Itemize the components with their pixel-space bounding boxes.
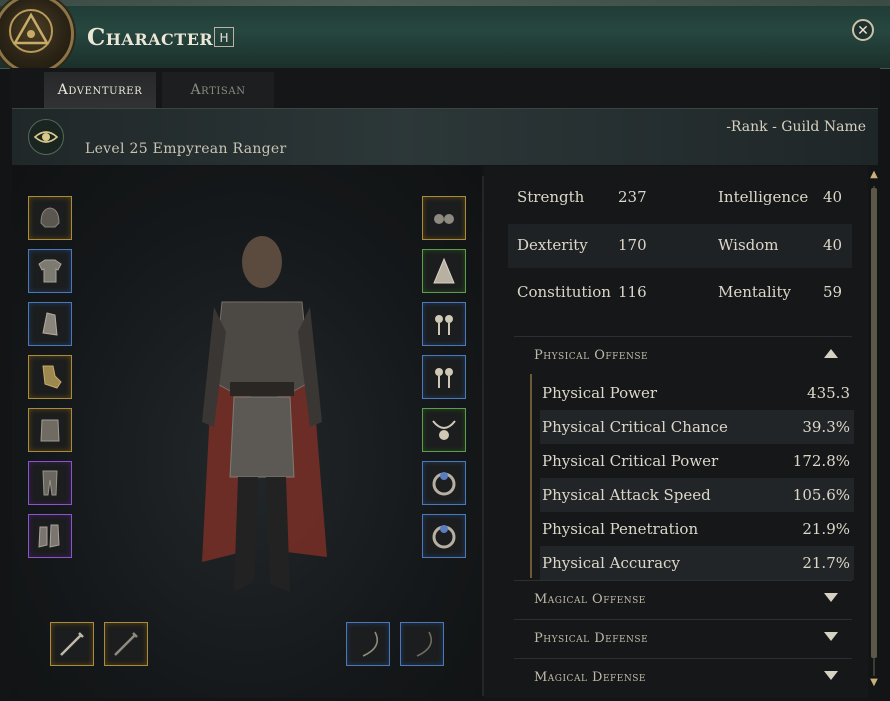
- tab-adventurer[interactable]: Adventurer: [44, 72, 156, 110]
- chevron-down-icon: [824, 593, 838, 602]
- section-physical-defense[interactable]: Physical Defense: [514, 619, 852, 656]
- stat-row: Physical Critical Power 172.8%: [542, 452, 850, 470]
- stats-scrollbar[interactable]: ▲ ▼: [868, 166, 880, 698]
- bow-icon: [416, 631, 433, 657]
- stat-row: Physical Attack Speed 105.6%: [540, 478, 854, 512]
- cloak-slot[interactable]: [28, 302, 72, 346]
- tab-bar: Adventurer Artisan: [10, 68, 880, 110]
- scrollbar-thumb[interactable]: [871, 188, 877, 658]
- window-title: Character: [87, 24, 214, 51]
- section-physical-offense[interactable]: Physical Offense: [514, 336, 852, 373]
- off-weapon-slot[interactable]: [104, 622, 148, 666]
- ring-icon: [432, 472, 456, 496]
- attribute-row: Constitution 116 Mentality 59: [517, 283, 843, 301]
- stat-row: Physical Critical Chance 39.3%: [540, 410, 854, 444]
- emblem-icon: [0, 0, 74, 74]
- earring-slot-2[interactable]: [422, 355, 466, 399]
- tab-artisan[interactable]: Artisan: [162, 72, 274, 108]
- sword-icon: [114, 632, 138, 656]
- main-weapon-slot[interactable]: [50, 622, 94, 666]
- cape-icon: [433, 257, 455, 284]
- close-button[interactable]: ✕: [852, 19, 874, 41]
- stat-row: Physical Accuracy 21.7%: [540, 546, 854, 580]
- character-window: Character H ✕ Adventurer Artisan Level 2…: [0, 0, 890, 701]
- cape-slot[interactable]: [422, 249, 466, 293]
- bow-icon: [362, 631, 379, 657]
- hotkey-badge: H: [214, 27, 234, 47]
- chest-armor-icon: [38, 259, 62, 283]
- guild-name: -Rank - Guild Name: [726, 119, 866, 135]
- ranged-weapon-slot[interactable]: [346, 622, 390, 666]
- cloak-icon: [42, 312, 58, 336]
- necklace-icon: [432, 420, 456, 440]
- boots-slot[interactable]: [28, 514, 72, 558]
- chest-armor-slot[interactable]: [28, 249, 72, 293]
- earring-pair-slot[interactable]: [422, 196, 466, 240]
- attribute-row: Dexterity 170 Wisdom 40: [508, 224, 852, 268]
- stats-panel: Strength 237 Intelligence 40 Dexterity 1…: [484, 166, 868, 698]
- ring-slot-1[interactable]: [422, 461, 466, 505]
- earring-icon: [435, 368, 453, 388]
- gloves-icon: [42, 365, 62, 389]
- earring-icon: [435, 315, 453, 335]
- scroll-up-icon[interactable]: ▲: [869, 170, 879, 180]
- paperdoll-panel: [12, 166, 482, 698]
- character-model: [202, 236, 327, 592]
- ring-slot-2[interactable]: [422, 514, 466, 558]
- necklace-slot[interactable]: [422, 408, 466, 452]
- stat-row: Physical Penetration 21.9%: [542, 520, 850, 538]
- head-armor-icon: [40, 207, 60, 228]
- section-magical-offense[interactable]: Magical Offense: [514, 580, 852, 617]
- belt-icon: [40, 419, 60, 442]
- ring-icon: [432, 525, 456, 549]
- section-magical-defense[interactable]: Magical Defense: [514, 658, 852, 695]
- legs-armor-icon: [42, 470, 58, 496]
- head-armor-slot[interactable]: [28, 196, 72, 240]
- eye-icon: [28, 119, 64, 155]
- chevron-down-icon: [824, 632, 838, 641]
- character-banner: Level 25 Empyrean Ranger -Rank - Guild N…: [12, 108, 878, 165]
- belt-slot[interactable]: [28, 408, 72, 452]
- chevron-down-icon: [824, 671, 838, 680]
- character-level-class: Level 25 Empyrean Ranger: [85, 141, 287, 157]
- earring-slot-1[interactable]: [422, 302, 466, 346]
- earring-pair-icon: [434, 214, 454, 224]
- chevron-up-icon: [824, 349, 838, 358]
- attribute-row: Strength 237 Intelligence 40: [517, 188, 843, 206]
- ranged-offhand-slot[interactable]: [400, 622, 444, 666]
- boots-icon: [38, 524, 60, 548]
- physical-offense-list: Physical Power 435.3 Physical Critical C…: [530, 374, 854, 580]
- gloves-slot[interactable]: [28, 355, 72, 399]
- scroll-down-icon[interactable]: ▼: [869, 678, 879, 688]
- sword-icon: [60, 632, 84, 656]
- legs-armor-slot[interactable]: [28, 461, 72, 505]
- window-header: Character H ✕: [0, 0, 890, 74]
- stat-row: Physical Power 435.3: [542, 384, 850, 402]
